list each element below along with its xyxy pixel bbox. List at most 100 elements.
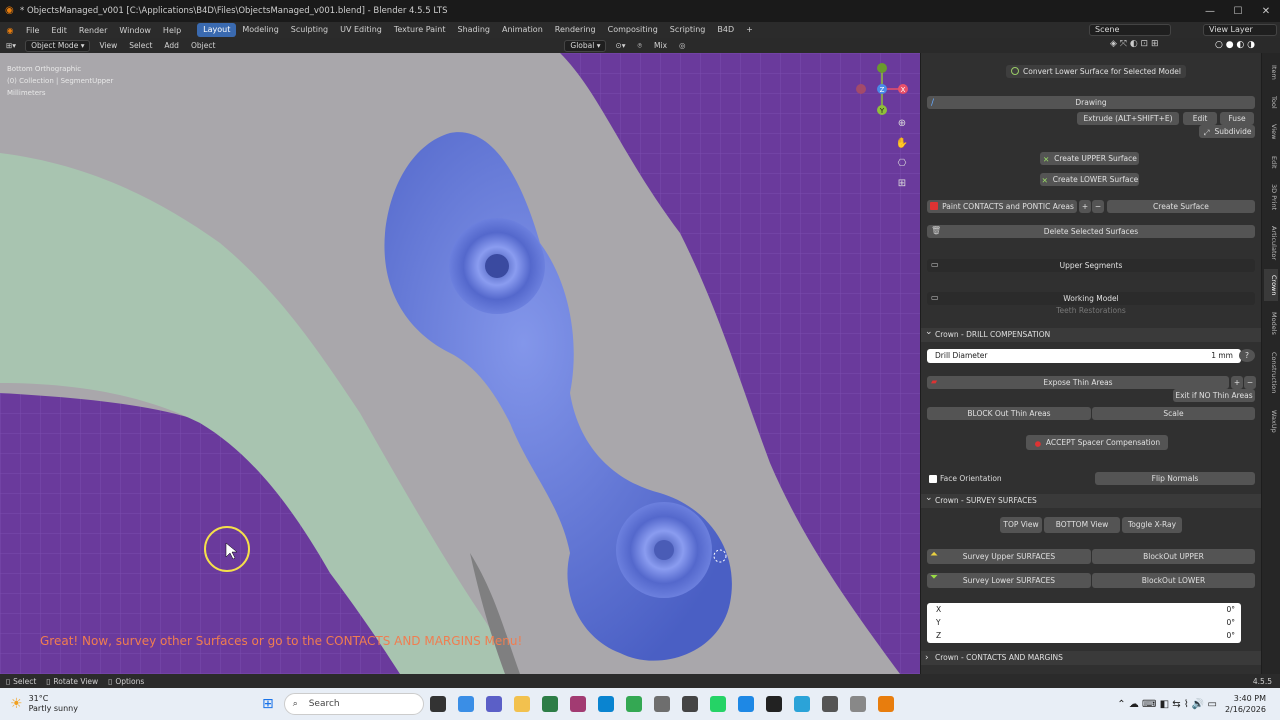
flip-normals-button[interactable]: Flip Normals bbox=[1095, 472, 1255, 485]
remove-contact-button[interactable]: − bbox=[1092, 200, 1104, 213]
bottom-view-button[interactable]: BOTTOM View bbox=[1044, 517, 1120, 533]
grid-view-icon[interactable]: ⊞ bbox=[895, 178, 909, 192]
tab-layout[interactable]: Layout bbox=[197, 23, 237, 37]
app-icon[interactable] bbox=[653, 696, 670, 712]
maximize-button[interactable]: ☐ bbox=[1224, 6, 1252, 17]
menu-render[interactable]: Render bbox=[73, 26, 113, 35]
blender-menu-icon[interactable]: ◉ bbox=[0, 26, 20, 35]
tab-articulator[interactable]: Articulator bbox=[1264, 219, 1278, 267]
fuse-button[interactable]: Fuse bbox=[1220, 112, 1254, 125]
menu-edit[interactable]: Edit bbox=[45, 26, 73, 35]
tab-scripting[interactable]: Scripting bbox=[664, 23, 712, 37]
tab-b4d[interactable]: B4D bbox=[711, 23, 740, 37]
add-thin-button[interactable]: + bbox=[1231, 376, 1243, 389]
pivot-icon[interactable]: ⊙▾ bbox=[609, 40, 631, 52]
blockout-upper-button[interactable]: BlockOut UPPER bbox=[1092, 549, 1255, 564]
windows-start-icon[interactable]: ⊞ bbox=[262, 696, 274, 712]
tab-crown[interactable]: Crown bbox=[1264, 269, 1278, 301]
3d-viewport[interactable]: X Z Y ⊕ ✋ ⎔ ⊞ bbox=[0, 53, 920, 674]
system-tray-icons[interactable]: ⌃ ☁ ⌨ ◧ ⇆ ⌇ 🔊 ▭ bbox=[1117, 699, 1217, 710]
menu-help[interactable]: Help bbox=[157, 26, 187, 35]
file-explorer-icon[interactable] bbox=[513, 696, 530, 712]
gizmo-y-neg[interactable] bbox=[877, 63, 887, 73]
search-box[interactable]: ⌕ Search bbox=[283, 693, 424, 715]
camera-icon[interactable]: ⎔ bbox=[895, 158, 909, 172]
select-menu[interactable]: Select bbox=[123, 40, 158, 52]
drill-diameter-field[interactable]: Drill Diameter 1 mm bbox=[927, 349, 1241, 363]
blockout-lower-button[interactable]: BlockOut LOWER bbox=[1092, 573, 1255, 588]
task-view-icon[interactable] bbox=[429, 696, 446, 712]
tab-construction[interactable]: Construction bbox=[1264, 345, 1278, 401]
survey-surfaces-header[interactable]: Crown - SURVEY SURFACES bbox=[921, 491, 1261, 508]
delete-selected-surfaces-button[interactable]: Delete Selected Surfaces bbox=[927, 225, 1255, 238]
expose-thin-areas-button[interactable]: Expose Thin Areas bbox=[927, 376, 1229, 389]
working-model-row[interactable]: Working Model bbox=[927, 292, 1255, 305]
rot-y-field[interactable]: Y bbox=[936, 618, 941, 627]
accept-spacer-button[interactable]: ● ACCEPT Spacer Compensation bbox=[1026, 435, 1168, 450]
menu-file[interactable]: File bbox=[20, 26, 45, 35]
extrude-button[interactable]: Extrude (ALT+SHIFT+E) bbox=[1077, 112, 1179, 125]
tab-3d-print[interactable]: 3D Print bbox=[1264, 179, 1278, 215]
tab-tool[interactable]: Tool bbox=[1264, 89, 1278, 115]
scale-button[interactable]: Scale bbox=[1092, 407, 1255, 420]
scene-selector[interactable]: Scene bbox=[1089, 24, 1171, 36]
tab-edit[interactable]: Edit bbox=[1264, 149, 1278, 175]
view-menu[interactable]: View bbox=[93, 40, 123, 52]
convert-lower-button[interactable]: Convert Lower Surface for Selected Model bbox=[1006, 65, 1186, 78]
app-icon[interactable] bbox=[681, 696, 698, 712]
create-upper-surface-button[interactable]: ✕ Create UPPER Surface bbox=[1040, 152, 1139, 165]
snap-icon[interactable]: ⌾ bbox=[632, 40, 649, 52]
remove-thin-button[interactable]: − bbox=[1244, 376, 1256, 389]
menu-window[interactable]: Window bbox=[113, 26, 157, 35]
tab-compositing[interactable]: Compositing bbox=[602, 23, 664, 37]
tab-models[interactable]: Models bbox=[1264, 305, 1278, 341]
settings-icon[interactable] bbox=[849, 696, 866, 712]
teeth-restorations-row[interactable]: Teeth Restorations bbox=[927, 306, 1255, 315]
teams-icon[interactable] bbox=[485, 696, 502, 712]
add-workspace-button[interactable]: + bbox=[740, 23, 759, 37]
tab-modeling[interactable]: Modeling bbox=[236, 23, 284, 37]
pan-hand-icon[interactable]: ✋ bbox=[895, 138, 909, 152]
chrome-icon[interactable] bbox=[625, 696, 642, 712]
tab-rendering[interactable]: Rendering bbox=[549, 23, 602, 37]
tab-waxup[interactable]: WaxUp bbox=[1264, 405, 1278, 437]
object-menu[interactable]: Object bbox=[185, 40, 221, 52]
app-icon[interactable] bbox=[737, 696, 754, 712]
tab-uv-editing[interactable]: UV Editing bbox=[334, 23, 388, 37]
zoom-icon[interactable]: ⊕ bbox=[895, 118, 909, 132]
close-button[interactable]: ✕ bbox=[1252, 6, 1280, 17]
proportional-selector[interactable]: Mix bbox=[648, 40, 673, 52]
tab-shading[interactable]: Shading bbox=[451, 23, 496, 37]
clock[interactable]: 3:40 PM 2/16/2026 bbox=[1225, 693, 1266, 715]
contacts-margins-header[interactable]: Crown - CONTACTS AND MARGINS bbox=[921, 651, 1261, 665]
block-out-thin-button[interactable]: BLOCK Out Thin Areas bbox=[927, 407, 1091, 420]
drill-compensation-header[interactable]: Crown - DRILL COMPENSATION bbox=[921, 325, 1261, 342]
add-contact-button[interactable]: + bbox=[1079, 200, 1091, 213]
shading-mode-icon[interactable]: ○ ● ◐ ◑ bbox=[1215, 40, 1255, 50]
blender-icon[interactable] bbox=[877, 696, 894, 712]
editor-type-icon[interactable]: ⊞▾ bbox=[0, 40, 22, 52]
minimize-button[interactable]: — bbox=[1196, 6, 1224, 17]
survey-upper-button[interactable]: Survey Upper SURFACES bbox=[927, 549, 1091, 564]
view-layer-selector[interactable]: View Layer bbox=[1203, 24, 1277, 36]
tab-sculpting[interactable]: Sculpting bbox=[285, 23, 334, 37]
upper-segments-row[interactable]: Upper Segments bbox=[927, 259, 1255, 272]
gizmo-x-neg[interactable] bbox=[856, 84, 866, 94]
edge-icon[interactable] bbox=[597, 696, 614, 712]
xbox-icon[interactable] bbox=[541, 696, 558, 712]
weather-widget[interactable]: 31°C Partly sunny bbox=[29, 694, 78, 714]
edit-button[interactable]: Edit bbox=[1183, 112, 1217, 125]
paint-contacts-button[interactable]: Paint CONTACTS and PONTIC Areas bbox=[927, 200, 1077, 213]
drawing-button[interactable]: Drawing bbox=[927, 96, 1255, 109]
create-surface-button[interactable]: Create Surface bbox=[1107, 200, 1255, 213]
mode-selector[interactable]: Object Mode ▾ bbox=[25, 39, 91, 52]
create-lower-surface-button[interactable]: ✕ Create LOWER Surface bbox=[1040, 173, 1139, 186]
tab-item[interactable]: Item bbox=[1264, 59, 1278, 85]
exit-thin-areas-button[interactable]: Exit if NO Thin Areas bbox=[1173, 389, 1255, 402]
tab-view[interactable]: View bbox=[1264, 119, 1278, 145]
whatsapp-icon[interactable] bbox=[709, 696, 726, 712]
survey-lower-button[interactable]: Survey Lower SURFACES bbox=[927, 573, 1091, 588]
copilot-icon[interactable] bbox=[457, 696, 474, 712]
toggle-xray-button[interactable]: Toggle X-Ray bbox=[1122, 517, 1182, 533]
add-menu[interactable]: Add bbox=[158, 40, 185, 52]
